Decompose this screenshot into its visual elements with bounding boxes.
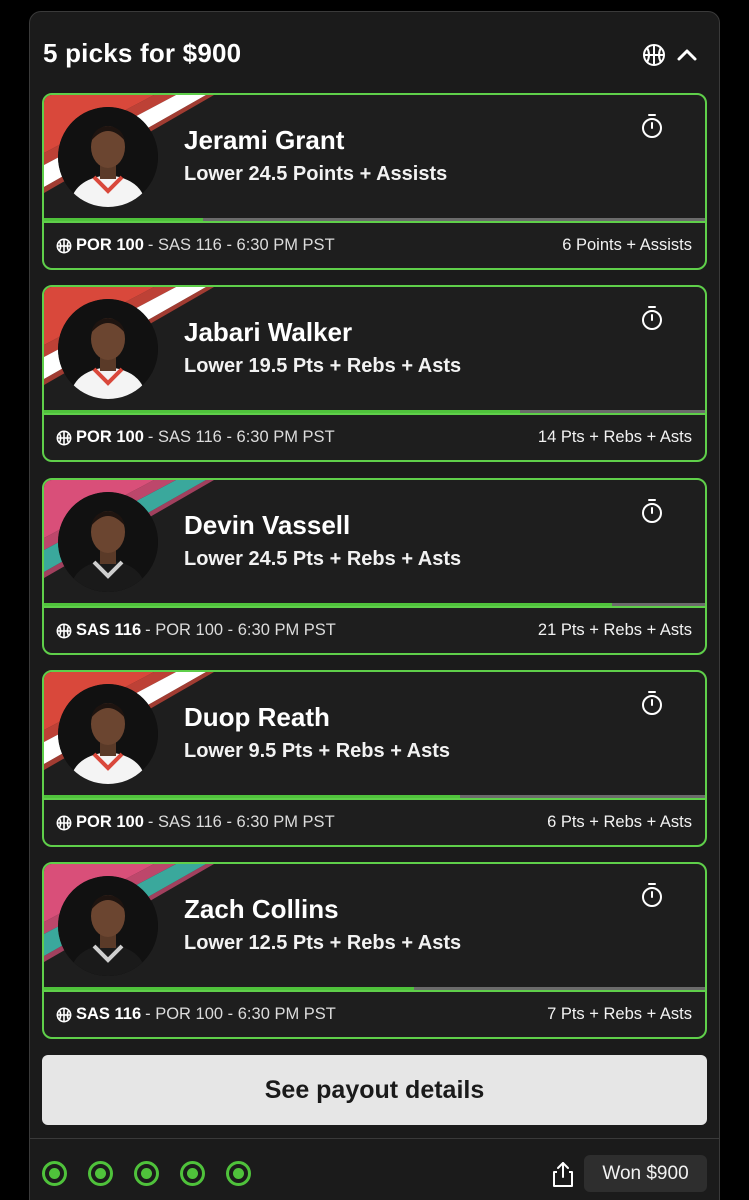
pick-status-dot-fill: [49, 1168, 60, 1179]
stopwatch-icon: [642, 499, 662, 523]
team-score: POR 100: [76, 236, 144, 254]
pick-status-dot: [226, 1161, 251, 1186]
card-footer-divider: [44, 798, 705, 800]
game-info: SAS 116 - POR 100 - 6:30 PM PST: [56, 1005, 336, 1024]
basketball-icon: [56, 430, 72, 445]
player-avatar: [58, 107, 158, 207]
game-details: - SAS 116 - 6:30 PM PST: [147, 236, 335, 254]
basketball-icon: [56, 815, 72, 830]
pick-card[interactable]: Jerami Grant Lower 24.5 Points + Assists…: [42, 93, 707, 270]
stopwatch-icon: [642, 306, 662, 330]
card-footer-divider: [44, 990, 705, 992]
pick-status-dot-fill: [141, 1168, 152, 1179]
stat-result: 21 Pts + Rebs + Asts: [537, 621, 692, 639]
player-avatar: [58, 684, 158, 784]
game-details: - POR 100 - 6:30 PM PST: [145, 621, 336, 639]
pick-line: Lower 19.5 Pts + Rebs + Asts: [184, 355, 462, 377]
basketball-icon: [56, 1007, 72, 1022]
chevron-up-icon[interactable]: [675, 43, 699, 67]
player-name: Duop Reath: [184, 702, 330, 732]
stat-result: 14 Pts + Rebs + Asts: [537, 428, 692, 446]
game-info: SAS 116 - POR 100 - 6:30 PM PST: [56, 621, 336, 640]
game-details: - SAS 116 - 6:30 PM PST: [147, 813, 335, 831]
stat-result: 6 Pts + Rebs + Asts: [547, 813, 692, 831]
stopwatch-icon: [642, 883, 662, 907]
basketball-icon: [56, 623, 72, 638]
pick-status-dot-fill: [187, 1168, 198, 1179]
game-details: - SAS 116 - 6:30 PM PST: [147, 428, 335, 446]
pick-card[interactable]: Zach Collins Lower 12.5 Pts + Rebs + Ast…: [42, 862, 707, 1039]
game-details: - POR 100 - 6:30 PM PST: [145, 1005, 336, 1023]
team-score: SAS 116: [76, 1005, 142, 1023]
player-name: Devin Vassell: [184, 510, 351, 540]
share-icon[interactable]: [551, 1160, 575, 1188]
card-footer-divider: [44, 221, 705, 223]
game-info: POR 100 - SAS 116 - 6:30 PM PST: [56, 813, 335, 832]
see-payout-details-button[interactable]: See payout details: [42, 1055, 707, 1125]
pick-line: Lower 24.5 Pts + Rebs + Asts: [184, 548, 462, 570]
pick-status-dots: [42, 1161, 251, 1186]
player-avatar: [58, 299, 158, 399]
won-status-badge: Won $900: [584, 1155, 707, 1192]
player-name: Jabari Walker: [184, 317, 353, 347]
player-avatar: [58, 876, 158, 976]
player-avatar: [58, 492, 158, 592]
pick-status-dot: [134, 1161, 159, 1186]
game-info: POR 100 - SAS 116 - 6:30 PM PST: [56, 236, 335, 255]
footer-divider: [30, 1138, 719, 1139]
pick-line: Lower 24.5 Points + Assists: [184, 163, 448, 185]
card-footer-divider: [44, 606, 705, 608]
stopwatch-icon: [642, 114, 662, 138]
entry-title: 5 picks for $900: [43, 38, 242, 68]
team-score: POR 100: [76, 428, 144, 446]
pick-status-dot: [88, 1161, 113, 1186]
player-name: Jerami Grant: [184, 125, 345, 155]
player-name: Zach Collins: [184, 894, 339, 924]
pick-status-dot: [180, 1161, 205, 1186]
pick-card[interactable]: Devin Vassell Lower 24.5 Pts + Rebs + As…: [42, 478, 707, 655]
pick-line: Lower 12.5 Pts + Rebs + Asts: [184, 932, 462, 954]
team-score: SAS 116: [76, 621, 142, 639]
game-info: POR 100 - SAS 116 - 6:30 PM PST: [56, 428, 335, 447]
pick-status-dot: [42, 1161, 67, 1186]
pick-line: Lower 9.5 Pts + Rebs + Asts: [184, 740, 451, 762]
card-footer-divider: [44, 413, 705, 415]
team-score: POR 100: [76, 813, 144, 831]
pick-card[interactable]: Duop Reath Lower 9.5 Pts + Rebs + Asts P…: [42, 670, 707, 847]
pick-card[interactable]: Jabari Walker Lower 19.5 Pts + Rebs + As…: [42, 285, 707, 462]
basketball-icon: [56, 238, 72, 253]
stat-result: 7 Pts + Rebs + Asts: [547, 1005, 692, 1023]
basketball-icon: [643, 44, 665, 66]
pick-status-dot-fill: [95, 1168, 106, 1179]
pick-status-dot-fill: [233, 1168, 244, 1179]
stat-result: 6 Points + Assists: [562, 236, 692, 254]
stopwatch-icon: [642, 691, 662, 715]
